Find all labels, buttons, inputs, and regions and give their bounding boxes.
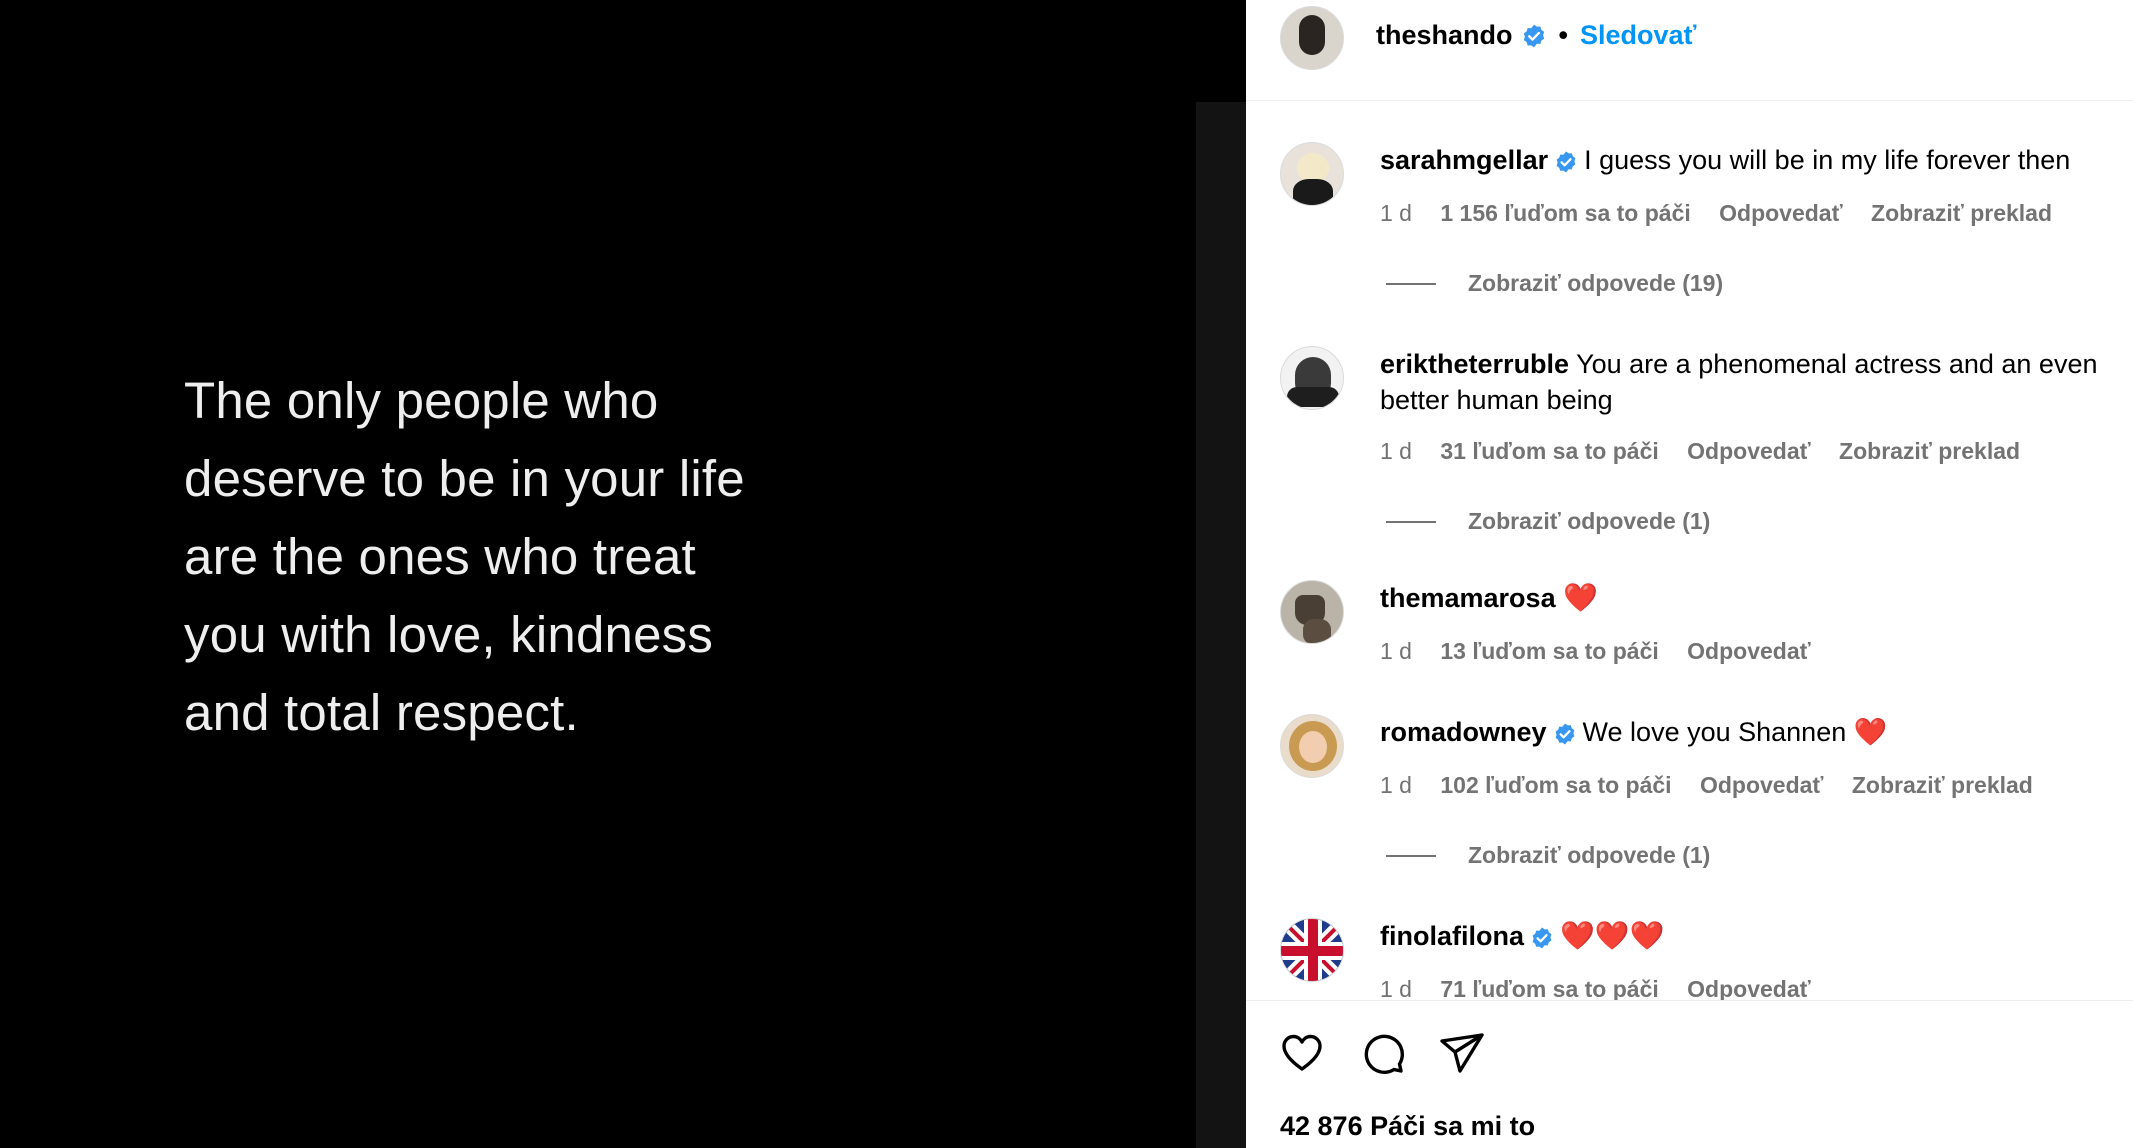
comment-username[interactable]: themamarosa xyxy=(1380,583,1556,613)
reply-button[interactable]: Odpovedať xyxy=(1700,772,1823,798)
comment-username[interactable]: eriktheterruble xyxy=(1380,349,1569,379)
comment-body: eriktheterruble You are a phenomenal act… xyxy=(1380,346,2120,418)
post-quote-text: The only people who deserve to be in you… xyxy=(184,362,904,752)
quote-line: you with love, kindness xyxy=(184,606,714,663)
reply-button[interactable]: Odpovedať xyxy=(1687,976,1810,1000)
union-flag-icon xyxy=(1281,919,1343,981)
translate-button[interactable]: Zobraziť preklad xyxy=(1871,200,2052,226)
view-replies-button[interactable]: Zobraziť odpovede (19) xyxy=(1386,270,1723,297)
comment-bubble-icon[interactable] xyxy=(1359,1029,1407,1077)
commenter-avatar[interactable] xyxy=(1280,918,1344,982)
reply-button[interactable]: Odpovedať xyxy=(1687,438,1810,464)
view-replies-label: Zobraziť odpovede (1) xyxy=(1468,842,1711,868)
comment-text: I guess you will be in my life forever t… xyxy=(1584,145,2071,175)
image-edge-strip xyxy=(1196,102,1246,1148)
comment-meta: 1 d 71 ľuďom sa to páči Odpovedať xyxy=(1380,976,1833,1000)
commenter-avatar[interactable] xyxy=(1280,714,1344,778)
comment-body: romadowney We love you Shannen ❤️ xyxy=(1380,714,2120,750)
comment-time[interactable]: 1 d xyxy=(1380,438,1412,464)
author-info: theshando • Sledovať xyxy=(1376,20,1696,51)
post-likes-count[interactable]: 42 876 Páči sa mi to xyxy=(1280,1111,1535,1142)
separator-dot: • xyxy=(1558,20,1568,50)
comment-username[interactable]: finolafilona xyxy=(1380,921,1524,951)
comment-text: ❤️❤️❤️ xyxy=(1560,920,1665,951)
author-avatar[interactable] xyxy=(1280,6,1344,70)
view-replies-label: Zobraziť odpovede (1) xyxy=(1468,508,1711,534)
commenter-avatar[interactable] xyxy=(1280,142,1344,206)
follow-button[interactable]: Sledovať xyxy=(1580,20,1696,51)
commenter-avatar[interactable] xyxy=(1280,580,1344,644)
reply-button[interactable]: Odpovedať xyxy=(1687,638,1810,664)
comment-time[interactable]: 1 d xyxy=(1380,638,1412,664)
comment-meta: 1 d 102 ľuďom sa to páči Odpovedať Zobra… xyxy=(1380,772,2055,799)
quote-line: deserve to be in your life xyxy=(184,450,745,507)
comment-body: themamarosa ❤️ xyxy=(1380,580,2120,616)
comment-likes[interactable]: 31 ľuďom sa to páči xyxy=(1440,438,1658,464)
view-replies-button[interactable]: Zobraziť odpovede (1) xyxy=(1386,842,1710,869)
post-sidebar: theshando • Sledovať sarahmgellar I guess… xyxy=(1246,0,2133,1148)
translate-button[interactable]: Zobraziť preklad xyxy=(1852,772,2033,798)
comment-body: finolafilona ❤️❤️❤️ xyxy=(1380,918,2120,954)
comment-body: sarahmgellar I guess you will be in my li… xyxy=(1380,142,2120,178)
quote-line: The only people who xyxy=(184,372,659,429)
comment-likes[interactable]: 102 ľuďom sa to páči xyxy=(1440,772,1671,798)
comment-time[interactable]: 1 d xyxy=(1380,976,1412,1000)
comment-likes[interactable]: 1 156 ľuďom sa to páči xyxy=(1440,200,1690,226)
replies-divider xyxy=(1386,282,1436,285)
verified-badge-icon xyxy=(1555,723,1574,745)
post-image[interactable]: The only people who deserve to be in you… xyxy=(0,0,1246,1148)
comment-meta: 1 d 1 156 ľuďom sa to páči Odpovedať Zob… xyxy=(1380,200,2074,227)
comment-time[interactable]: 1 d xyxy=(1380,772,1412,798)
comment-likes[interactable]: 13 ľuďom sa to páči xyxy=(1440,638,1658,664)
comment-meta: 1 d 13 ľuďom sa to páči Odpovedať xyxy=(1380,638,1833,665)
view-replies-button[interactable]: Zobraziť odpovede (1) xyxy=(1386,508,1710,535)
replies-divider xyxy=(1386,854,1436,857)
heart-outline-icon[interactable] xyxy=(1278,1029,1326,1077)
quote-line: are the ones who treat xyxy=(184,528,696,585)
comment-username[interactable]: romadowney xyxy=(1380,717,1547,747)
commenter-avatar[interactable] xyxy=(1280,346,1344,410)
comment-username[interactable]: sarahmgellar xyxy=(1380,145,1548,175)
translate-button[interactable]: Zobraziť preklad xyxy=(1839,438,2020,464)
replies-divider xyxy=(1386,520,1436,523)
post-actions-footer: 42 876 Páči sa mi to xyxy=(1246,1000,2133,1148)
quote-line: and total respect. xyxy=(184,684,579,741)
author-username[interactable]: theshando xyxy=(1376,20,1513,51)
reply-button[interactable]: Odpovedať xyxy=(1719,200,1842,226)
instagram-post-view: The only people who deserve to be in you… xyxy=(0,0,2133,1148)
view-replies-label: Zobraziť odpovede (19) xyxy=(1468,270,1724,296)
paper-plane-icon[interactable] xyxy=(1438,1029,1486,1077)
verified-badge-icon xyxy=(1523,24,1544,47)
comment-meta: 1 d 31 ľuďom sa to páči Odpovedať Zobraz… xyxy=(1380,438,2042,465)
verified-badge-icon xyxy=(1532,927,1552,949)
verified-badge-icon xyxy=(1556,151,1576,173)
comment-likes[interactable]: 71 ľuďom sa to páči xyxy=(1440,976,1658,1000)
comment-time[interactable]: 1 d xyxy=(1380,200,1412,226)
comment-text: We love you Shannen ❤️ xyxy=(1582,717,1888,747)
comments-list[interactable]: sarahmgellar I guess you will be in my li… xyxy=(1246,102,2133,1000)
post-header: theshando • Sledovať xyxy=(1246,0,2133,101)
comment-text: ❤️ xyxy=(1563,582,1598,613)
